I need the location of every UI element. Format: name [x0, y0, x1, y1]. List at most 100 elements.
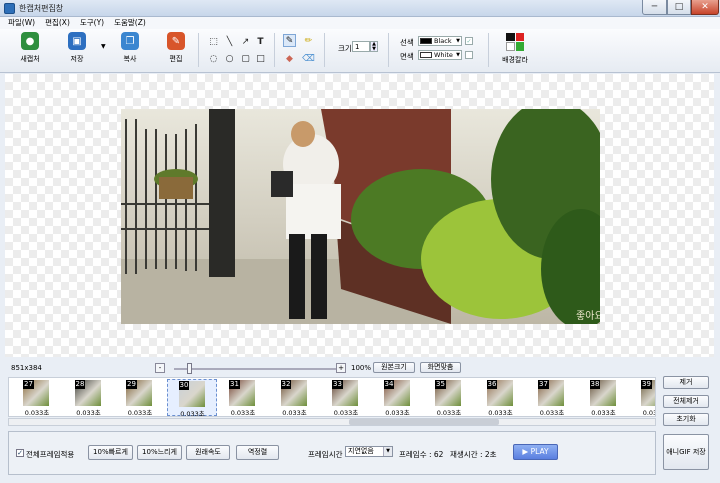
apply-all-checkbox[interactable]: ✓ [16, 449, 24, 457]
fit-screen-button[interactable]: 화면맞춤 [420, 362, 461, 373]
original-size-button[interactable]: 원본크기 [373, 362, 415, 373]
zoom-out-button[interactable]: - [155, 363, 165, 373]
chevron-down-icon: ▼ [456, 52, 460, 58]
frame-duration: 0.033초 [385, 409, 410, 417]
close-button[interactable]: ✕ [691, 0, 719, 15]
frame-number: 28 [74, 380, 86, 389]
frame-duration: 0.033초 [282, 409, 307, 417]
frame-strip-scrollbar[interactable] [8, 418, 656, 426]
frame-number: 39 [641, 380, 652, 389]
scrollbar-thumb[interactable] [349, 419, 499, 425]
zoom-percent: 100% [351, 364, 372, 372]
new-capture-label: 새캡처 [20, 55, 40, 63]
line-color-select[interactable]: Black ▼ [418, 36, 462, 46]
line-color-name: Black [434, 37, 452, 45]
remove-button[interactable]: 제거 [663, 376, 709, 389]
frame-item[interactable]: 32 0.033초 [270, 379, 320, 416]
fill-color-label: 면색 [400, 52, 414, 61]
line-color-swatch [420, 38, 432, 44]
menu-edit[interactable]: 편집(X) [45, 17, 70, 29]
rect-select-icon[interactable]: ⬚ [207, 35, 220, 48]
chevron-down-icon: ▼ [383, 447, 392, 456]
frame-item[interactable]: 30 0.033초 [166, 379, 217, 416]
save-gif-button[interactable]: 애니GIF 저장 [663, 434, 709, 470]
save-dropdown-icon[interactable]: ▼ [101, 43, 106, 50]
frame-item[interactable]: 28 0.033초 [64, 379, 114, 416]
frame-number: 31 [229, 380, 240, 389]
frame-time-select[interactable]: 지연없음 ▼ [345, 446, 393, 457]
frame-number: 37 [538, 380, 549, 389]
pen-icon[interactable]: ✎ [283, 34, 296, 47]
eraser-icon[interactable]: ⌫ [302, 52, 315, 65]
frame-item[interactable]: 31 0.033초 [218, 379, 268, 416]
frame-number: 35 [435, 380, 446, 389]
minimize-button[interactable]: ─ [642, 0, 667, 15]
frame-item[interactable]: 29 0.033초 [115, 379, 165, 416]
toolbar: ● 새캡처 ▣ 저장 ▼ ❐ 복사 ✎ 편집 ⬚ ╲ ↗ T ◌ ○ ▢ □ ✎… [0, 29, 720, 73]
zoom-slider-thumb[interactable] [187, 363, 192, 374]
ellipse-select-icon[interactable]: ◌ [207, 52, 220, 65]
copy-button[interactable]: ❐ 복사 [113, 32, 147, 64]
size-spinner[interactable]: ▲ ▼ [370, 41, 378, 52]
frame-item[interactable]: 39 0.033초 [630, 379, 655, 417]
arrow-icon[interactable]: ↗ [239, 35, 252, 48]
edit-button[interactable]: ✎ 편집 [159, 32, 193, 64]
save-button[interactable]: ▣ 저장 [60, 32, 94, 64]
play-time: 재생시간 : 2초 [450, 450, 497, 459]
background-color-button[interactable]: 배경칼라 [500, 33, 530, 65]
reverse-order-button[interactable]: 역정렬 [236, 445, 279, 460]
fill-color-checkbox[interactable] [465, 51, 473, 59]
frame-duration: 0.033초 [642, 409, 655, 417]
fill-color-select[interactable]: White ▼ [418, 50, 462, 60]
title-bar: 한캡처편집창 ─ □ ✕ [0, 0, 720, 17]
faster-button[interactable]: 10%빠르게 [88, 445, 133, 460]
maximize-button[interactable]: □ [667, 0, 691, 15]
palette-icon [506, 33, 524, 51]
zoom-slider[interactable] [174, 368, 336, 370]
separator [488, 33, 489, 67]
text-icon[interactable]: T [254, 35, 267, 48]
frame-duration: 0.033초 [24, 409, 50, 417]
app-icon [4, 3, 15, 14]
frame-item[interactable]: 37 0.033초 [527, 379, 577, 416]
frame-time-label: 프레임시간 [308, 450, 343, 459]
save-label: 저장 [70, 55, 84, 63]
frame-number: 36 [486, 380, 498, 389]
save-icon: ▣ [68, 32, 86, 50]
rounded-rect-icon[interactable]: ▢ [239, 52, 252, 65]
frame-count: 프레임수 : 62 [399, 450, 444, 459]
reset-button[interactable]: 초기화 [663, 413, 709, 426]
frame-item[interactable]: 38 0.033초 [579, 379, 629, 416]
zoom-bar: 851x384 - + 100% 원본크기 화면맞춤 [0, 361, 720, 375]
frame-number: 30 [178, 381, 190, 390]
frame-number: 27 [23, 380, 34, 389]
edit-label: 편집 [169, 55, 183, 63]
line-icon[interactable]: ╲ [223, 35, 236, 48]
canvas[interactable]: 좋아요 [5, 74, 714, 357]
frame-item[interactable]: 34 0.033초 [373, 379, 423, 416]
frame-item[interactable]: 36 0.033초 [476, 379, 526, 416]
menu-tools[interactable]: 도구(Y) [80, 17, 104, 29]
zoom-in-button[interactable]: + [336, 363, 346, 373]
frame-item[interactable]: 35 0.033초 [424, 379, 474, 416]
fill-bucket-icon[interactable]: ◆ [283, 52, 296, 65]
background-color-label: 배경칼라 [502, 56, 528, 64]
frame-strip[interactable]: 27 0.033초 28 0.033초 29 0.033초 30 0.033초 31 0.033초… [8, 377, 656, 417]
frame-item[interactable]: 27 0.033초 [12, 379, 62, 416]
menu-help[interactable]: 도움말(Z) [114, 17, 146, 29]
line-color-checkbox[interactable]: ✓ [465, 37, 473, 45]
highlighter-icon[interactable]: ✏ [302, 34, 315, 47]
original-speed-button[interactable]: 원래속도 [186, 445, 230, 460]
slower-button[interactable]: 10%느리게 [137, 445, 182, 460]
camera-icon: ● [21, 32, 39, 50]
frame-item[interactable]: 33 0.033초 [321, 379, 371, 416]
menu-file[interactable]: 파일(W) [8, 17, 35, 29]
remove-all-button[interactable]: 전체제거 [663, 395, 709, 408]
new-capture-button[interactable]: ● 새캡처 [13, 32, 47, 64]
rectangle-icon[interactable]: □ [254, 52, 267, 65]
frame-duration: 0.033초 [230, 409, 256, 417]
frame-time-value: 지연없음 [348, 447, 374, 455]
size-input[interactable]: 1 [352, 41, 370, 52]
circle-icon[interactable]: ○ [223, 52, 236, 65]
play-button[interactable]: ▶ PLAY [513, 444, 558, 460]
